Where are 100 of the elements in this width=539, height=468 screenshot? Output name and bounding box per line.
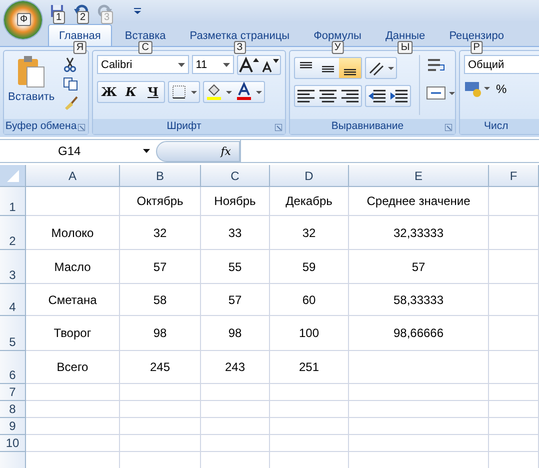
table-cell: 58	[120, 284, 201, 316]
grow-font-icon[interactable]	[238, 56, 260, 74]
table-cell: 59	[270, 250, 349, 284]
table-cell: 98	[120, 316, 201, 351]
row-header[interactable]: 6	[0, 351, 26, 384]
table-cell	[201, 384, 270, 401]
table-cell	[489, 216, 539, 250]
table-cell: 57	[120, 250, 201, 284]
table-cell	[489, 316, 539, 351]
bold-button[interactable]: Ж	[98, 82, 120, 102]
group-label: Числ	[460, 119, 539, 134]
table-cell: 100	[270, 316, 349, 351]
caret-icon[interactable]	[143, 149, 150, 153]
currency-icon[interactable]	[464, 80, 492, 98]
table-cell	[489, 384, 539, 401]
keytip: У	[331, 41, 344, 54]
row-header[interactable]: 8	[0, 401, 26, 418]
table-cell: 251	[270, 351, 349, 384]
group-label: Буфер обмена	[4, 119, 88, 134]
keytip: 3	[101, 11, 113, 24]
row-header[interactable]: 1	[0, 187, 26, 216]
table-cell	[489, 351, 539, 384]
insert-function-button[interactable]: fx	[156, 140, 240, 162]
caret-icon[interactable]	[178, 62, 185, 66]
caret-icon[interactable]	[223, 62, 230, 66]
table-cell: Масло	[26, 250, 120, 284]
font-size-field[interactable]: 11	[192, 55, 234, 74]
table-cell: 245	[120, 351, 201, 384]
row-header[interactable]: 7	[0, 384, 26, 401]
fill-color-icon[interactable]	[204, 82, 234, 102]
shrink-font-icon[interactable]	[260, 56, 280, 74]
table-cell: Среднее значение	[349, 187, 489, 216]
table-cell	[489, 284, 539, 316]
paste-button[interactable]: Вставить	[8, 55, 55, 115]
underline-button[interactable]: Ч	[142, 82, 164, 102]
table-cell: 60	[270, 284, 349, 316]
scissors-icon[interactable]	[62, 57, 77, 72]
table-cell	[489, 187, 539, 216]
table-cell: Творог	[26, 316, 120, 351]
table-cell: Октябрь	[120, 187, 201, 216]
table-cell	[489, 435, 539, 452]
column-header[interactable]: C	[201, 165, 270, 187]
table-cell: 57	[201, 284, 270, 316]
group-label: Шрифт	[93, 119, 285, 134]
row-header[interactable]: 3	[0, 250, 26, 284]
keytip: Я	[73, 41, 87, 54]
row-header[interactable]: 2	[0, 216, 26, 250]
table-cell: 32	[120, 216, 201, 250]
launcher-icon[interactable]	[78, 124, 85, 131]
table-cell: 98,66666	[349, 316, 489, 351]
column-header[interactable]: F	[489, 165, 539, 187]
clipboard-icon[interactable]	[16, 55, 46, 89]
merge-cells-icon[interactable]	[426, 85, 456, 101]
table-cell: 32	[270, 216, 349, 250]
table-cell	[489, 401, 539, 418]
table-cell: 58,33333	[349, 284, 489, 316]
column-header[interactable]: A	[26, 165, 120, 187]
wrap-text-icon[interactable]	[426, 57, 446, 73]
row-header[interactable]: 4	[0, 284, 26, 316]
table-cell: Декабрь	[270, 187, 349, 216]
brush-icon[interactable]	[62, 96, 78, 111]
table-cell	[489, 250, 539, 284]
table-cell: Всего	[26, 351, 120, 384]
column-header[interactable]: D	[270, 165, 349, 187]
table-cell: Молоко	[26, 216, 120, 250]
table-cell	[201, 418, 270, 435]
number-format-field[interactable]: Общий	[464, 55, 539, 74]
table-cell	[201, 401, 270, 418]
italic-button[interactable]: К	[120, 82, 142, 102]
row-header[interactable]: 5	[0, 316, 26, 351]
percent-button[interactable]: %	[496, 82, 507, 96]
keytip: Ы	[398, 41, 413, 54]
font-color-icon[interactable]	[234, 82, 264, 102]
keytip: 2	[77, 11, 89, 24]
keytip: З	[234, 41, 246, 54]
row-header[interactable]: 10	[0, 435, 26, 452]
table-cell: 243	[201, 351, 270, 384]
table-cell: 32,33333	[349, 216, 489, 250]
font-name-field[interactable]: Calibri	[97, 55, 189, 74]
table-cell: Ноябрь	[201, 187, 270, 216]
column-header[interactable]: B	[120, 165, 201, 187]
group-label: Выравнивание	[290, 119, 455, 134]
launcher-icon[interactable]	[445, 124, 452, 131]
keytip: Ф	[17, 13, 31, 26]
table-cell: 33	[201, 216, 270, 250]
table-cell: Сметана	[26, 284, 120, 316]
copy-icon[interactable]	[62, 77, 78, 91]
keytip: 1	[53, 11, 65, 24]
dropdown-icon[interactable]	[134, 8, 141, 14]
table-cell: 55	[201, 250, 270, 284]
table-cell: 98	[201, 316, 270, 351]
table-cell	[201, 435, 270, 452]
table-cell	[489, 418, 539, 435]
keytip: С	[138, 41, 152, 54]
table-cell: 57	[349, 250, 489, 284]
name-box[interactable]: G14	[0, 140, 156, 162]
keytip: Р	[470, 41, 483, 54]
row-header[interactable]: 9	[0, 418, 26, 435]
launcher-icon[interactable]	[275, 124, 282, 131]
column-header[interactable]: E	[349, 165, 489, 187]
